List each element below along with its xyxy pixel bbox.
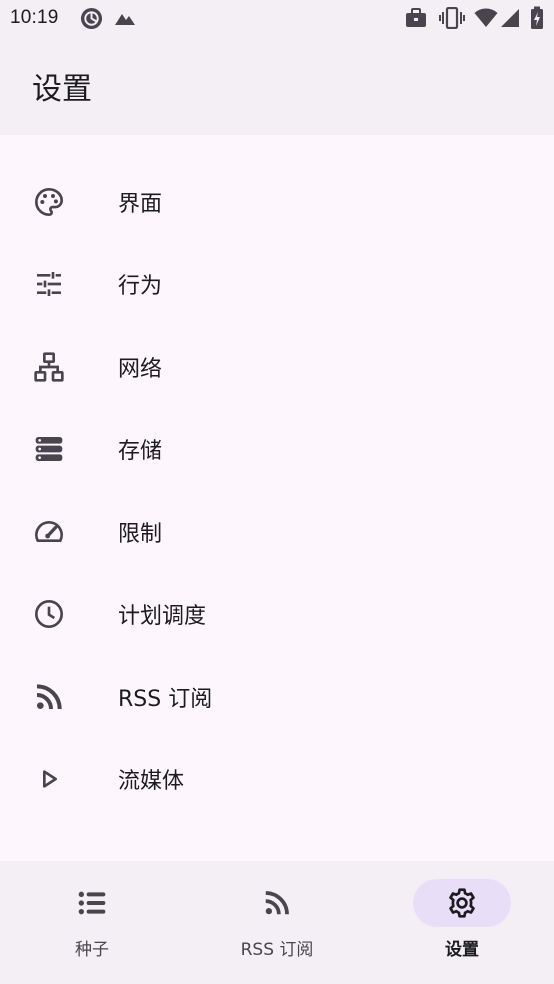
page-title: 设置 [32, 72, 92, 107]
nav-label: 设置 [445, 940, 479, 960]
top-app-bar: 设置 [0, 38, 554, 135]
briefcase-icon [405, 8, 427, 28]
settings-item-limits[interactable]: 限制 [0, 491, 554, 573]
settings-item-label: 流媒体 [118, 769, 185, 794]
nav-indicator [43, 879, 141, 927]
settings-item-schedule[interactable]: 计划调度 [0, 573, 554, 655]
tune-icon [32, 267, 66, 301]
palette-icon [32, 185, 66, 219]
settings-item-label: 限制 [118, 522, 163, 547]
status-time: 10:19 [10, 7, 59, 28]
cell-signal-icon [500, 8, 520, 28]
settings-item-label: 存储 [118, 439, 163, 464]
nav-label: RSS 订阅 [240, 940, 314, 960]
rss-icon [32, 680, 66, 714]
play-icon [32, 762, 66, 796]
settings-item-streaming[interactable]: 流媒体 [0, 738, 554, 820]
nav-indicator-active [413, 879, 511, 927]
clock-icon [32, 597, 66, 631]
settings-item-behavior[interactable]: 行为 [0, 243, 554, 325]
settings-item-label: 计划调度 [118, 604, 207, 629]
nav-item-rss[interactable]: RSS 订阅 [207, 861, 347, 984]
nav-item-settings[interactable]: 设置 [392, 861, 532, 984]
settings-item-label: RSS 订阅 [118, 687, 213, 712]
bottom-navigation: 种子 RSS 订阅 设置 [0, 861, 554, 984]
settings-item-label: 网络 [118, 357, 163, 382]
settings-item-network[interactable]: 网络 [0, 326, 554, 408]
wifi-icon [474, 8, 498, 28]
list-icon [76, 887, 108, 919]
nav-indicator [228, 879, 326, 927]
settings-item-rss[interactable]: RSS 订阅 [0, 656, 554, 738]
settings-item-label: 行为 [118, 274, 163, 299]
data-saver-icon [80, 7, 103, 30]
gear-icon [446, 887, 478, 919]
vibrate-icon [439, 7, 465, 29]
settings-item-interface[interactable]: 界面 [0, 161, 554, 243]
settings-item-storage[interactable]: 存储 [0, 408, 554, 490]
rss-icon [262, 888, 292, 918]
status-bar: 10:19 [0, 0, 554, 38]
settings-item-label: 界面 [118, 192, 163, 217]
speed-icon [32, 515, 66, 549]
storage-icon [32, 432, 66, 466]
nav-item-torrents[interactable]: 种子 [22, 861, 162, 984]
nav-label: 种子 [75, 940, 109, 960]
signal-triangle-icon [114, 9, 136, 27]
network-icon [32, 350, 66, 384]
battery-charging-icon [530, 6, 544, 30]
settings-list: 界面 行为 网络 存储 限制 计划调度 RSS 订阅 流媒体 [0, 135, 554, 861]
